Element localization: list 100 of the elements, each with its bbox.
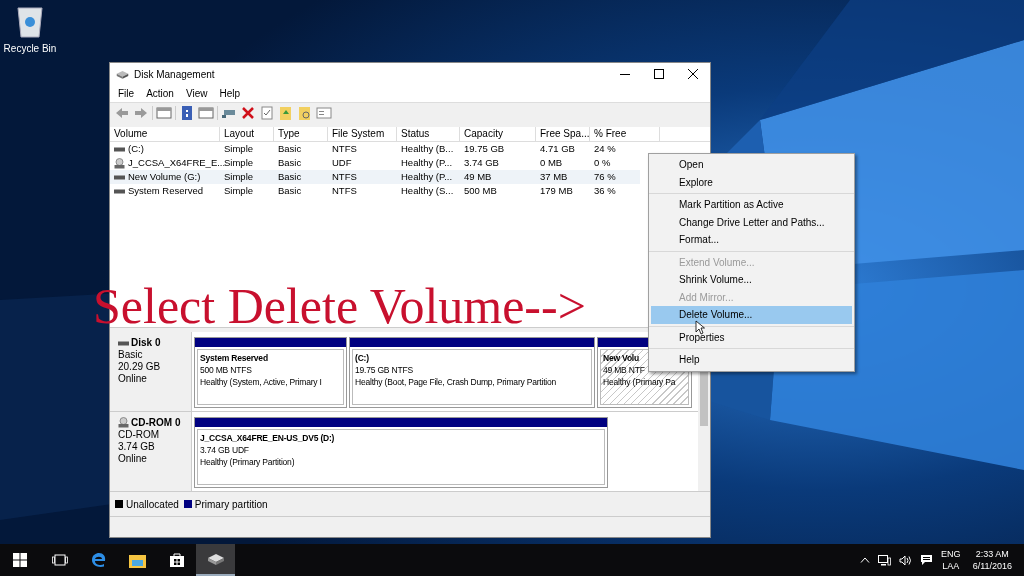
table-cell: 500 MB (464, 184, 497, 198)
list-view-icon[interactable] (156, 105, 172, 121)
column-header[interactable]: Free Spa... (536, 127, 590, 141)
chevron-up-icon[interactable] (860, 557, 871, 563)
disk-label-panel[interactable]: CD-ROM 0 CD-ROM 3.74 GB Online (110, 411, 192, 491)
delete-icon[interactable] (240, 105, 256, 121)
table-cell: Simple (224, 184, 254, 198)
folder-up-icon[interactable] (278, 105, 294, 121)
partition-detail: 3.74 GB UDF (200, 444, 249, 455)
table-cell: UDF (332, 156, 352, 170)
partition-block[interactable]: J_CCSA_X64FRE_EN-US_DV5 (D:) 3.74 GB UDF Healthy (Primary Partition) (194, 416, 608, 488)
table-cell: Simple (224, 156, 254, 170)
window-title: Disk Management (134, 67, 216, 82)
help-icon[interactable] (179, 105, 195, 121)
disk-status: Online (118, 373, 148, 385)
partition-detail: 500 MB NTFS (200, 365, 252, 375)
table-cell: 0 % (594, 156, 611, 170)
volume-row[interactable]: System Reserved Simple Basic NTFS Healthy (S... 500 MB 179 MB 36 % (110, 184, 640, 198)
menu-item[interactable]: Help (213, 86, 246, 101)
windows-icon (13, 553, 27, 567)
drive-icon (118, 340, 129, 346)
table-cell: Basic (278, 142, 302, 156)
drive-icon (114, 188, 125, 194)
table-cell: Healthy (P... (401, 170, 453, 184)
column-header[interactable]: % Free (590, 127, 660, 141)
recycle-bin-icon[interactable] (15, 4, 45, 38)
volume-row[interactable]: (C:) Simple Basic NTFS Healthy (B... 19.75 GB 4.71 GB 24 % (110, 142, 640, 156)
desktop-icon-label[interactable]: Recycle Bin (3, 41, 57, 56)
browser-icon (90, 552, 107, 568)
disk-name: CD-ROM 0 (131, 416, 181, 429)
partition-title: (C:) (355, 353, 369, 363)
partition-block[interactable]: System Reserved 500 MB NTFS Healthy (System, Active, Primary I (194, 337, 347, 408)
menu-item[interactable]: View (179, 86, 214, 101)
volume-row[interactable]: New Volume (G:) Simple Basic NTFS Healthy (P... 49 MB 37 MB 76 % (110, 170, 640, 184)
context-menu-item[interactable]: Change Drive Letter and Paths... (651, 213, 852, 231)
partition-title: J_CCSA_X64FRE_EN-US_DV5 (D:) (200, 432, 335, 443)
disk-name: Disk 0 (131, 337, 161, 349)
context-menu-item[interactable]: Mark Partition as Active (651, 196, 852, 214)
context-menu-item[interactable]: Shrink Volume... (651, 271, 852, 289)
cd-drive-icon (114, 157, 125, 169)
partition-health: Healthy (Primary Partition) (200, 456, 295, 467)
context-menu-item[interactable]: Help (651, 351, 852, 369)
disk-drive-icon (116, 68, 129, 80)
cd-drive-icon (118, 417, 129, 428)
notification-icon[interactable] (920, 554, 934, 566)
panel-view-icon[interactable] (198, 105, 214, 121)
column-header[interactable]: Status (397, 127, 460, 141)
table-cell: Simple (224, 142, 254, 156)
language-indicator[interactable]: ENG LAA (941, 548, 961, 572)
context-menu-item[interactable]: Delete Volume... (651, 306, 852, 324)
partition-title: System Reserved (200, 353, 268, 363)
table-cell: Simple (224, 170, 254, 184)
table-cell: 49 MB (464, 170, 492, 184)
context-menu-item[interactable]: Explore (651, 173, 852, 191)
table-cell: NTFS (332, 170, 357, 184)
disk-drive-icon (206, 552, 225, 566)
context-menu-item[interactable]: Open (651, 156, 852, 174)
table-cell: 36 % (594, 184, 616, 198)
table-cell: 76 % (594, 170, 616, 184)
volume-row[interactable]: J_CCSA_X64FRE_E...Simple Basic UDF Healthy (P... 3.74 GB 0 MB 0 % (110, 156, 640, 170)
table-cell: 24 % (594, 142, 616, 156)
table-cell: Basic (278, 184, 302, 198)
check-document-icon[interactable] (259, 105, 275, 121)
table-cell: NTFS (332, 142, 357, 156)
partition-detail: 19.75 GB NTFS (355, 365, 413, 375)
context-menu-item[interactable]: Properties (651, 328, 852, 346)
column-header[interactable]: File System (328, 127, 397, 141)
table-cell: Basic (278, 156, 302, 170)
table-cell: 3.74 GB (464, 156, 499, 170)
clock[interactable]: 2:33 AM 6/11/2016 (968, 548, 1016, 572)
legend-label: Primary partition (194, 497, 268, 512)
taskbar-button[interactable] (196, 544, 235, 576)
speaker-icon[interactable] (899, 554, 913, 566)
partition-title: New Volu (603, 353, 640, 363)
partition-health: Healthy (Boot, Page File, Crash Dump, Primary Partition (355, 377, 557, 387)
column-header[interactable]: Volume (110, 127, 220, 141)
table-cell: (C:) (128, 142, 144, 156)
console-icon[interactable] (316, 105, 332, 121)
task-view-icon (51, 553, 68, 567)
table-cell: J_CCSA_X64FRE_E... (128, 156, 226, 170)
folder-icon (129, 552, 146, 568)
partition-detail: 49 MB NTF (603, 365, 645, 375)
drive-icon (114, 174, 125, 180)
table-cell: 19.75 GB (464, 142, 505, 156)
menu-item[interactable]: Action (140, 86, 180, 101)
menu-item[interactable]: File (112, 86, 141, 101)
disk-label-panel[interactable]: Disk 0 Basic 20.29 GB Online (110, 332, 192, 411)
table-cell: 4.71 GB (540, 142, 575, 156)
partition-health: Healthy (System, Active, Primary I (200, 377, 322, 387)
table-cell: 179 MB (540, 184, 573, 198)
folder-search-icon[interactable] (297, 105, 313, 121)
context-menu-item[interactable]: Format... (651, 231, 852, 249)
partition-block[interactable]: (C:) 19.75 GB NTFS Healthy (Boot, Page File, Crash Dump, Primary Partition (349, 337, 595, 408)
table-cell: Basic (278, 170, 302, 184)
table-cell: 37 MB (540, 170, 568, 184)
column-header[interactable]: Type (274, 127, 328, 141)
network-icon[interactable] (878, 554, 892, 566)
column-header[interactable]: Layout (220, 127, 274, 141)
column-header[interactable]: Capacity (460, 127, 536, 141)
table-cell: New Volume (G:) (128, 170, 201, 184)
